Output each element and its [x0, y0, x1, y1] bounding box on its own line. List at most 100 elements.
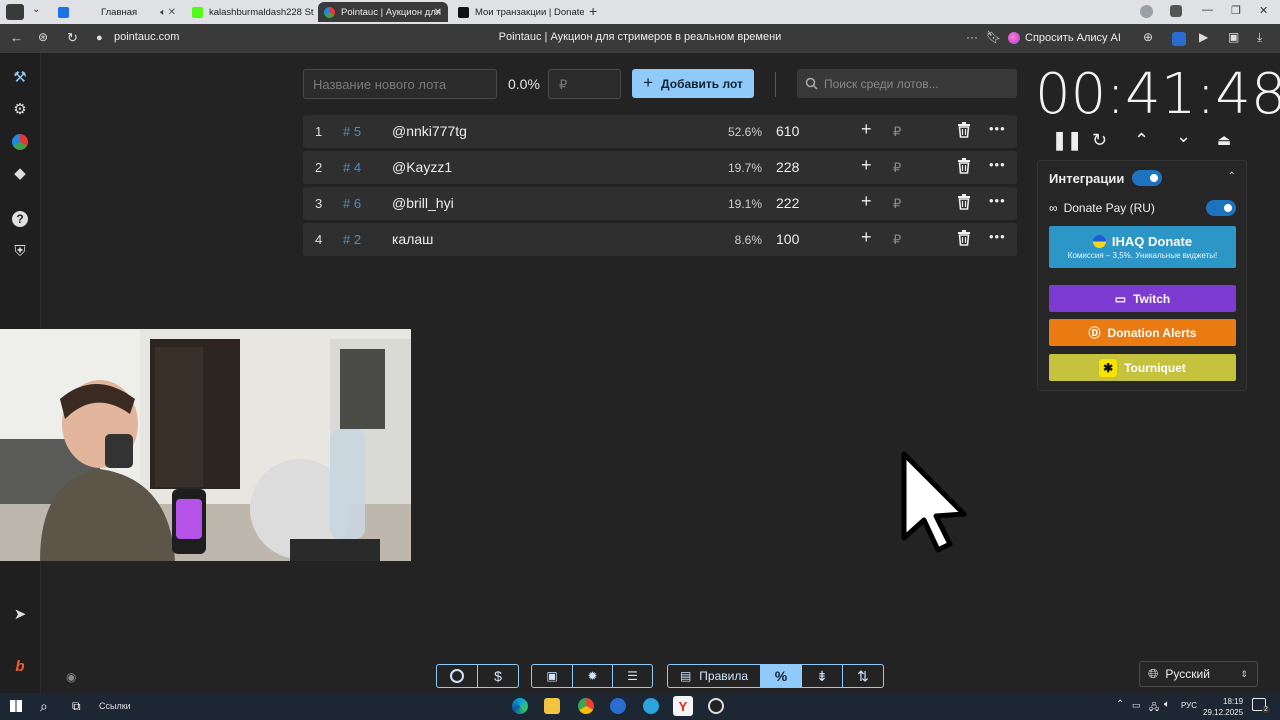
- maximize-icon[interactable]: ❐: [1231, 4, 1241, 17]
- taskbar-links-label[interactable]: Ссылки: [99, 701, 131, 711]
- file-explorer-icon[interactable]: [544, 698, 560, 714]
- new-lot-name-input[interactable]: [303, 69, 497, 99]
- tray-app-icon[interactable]: ▭: [1132, 700, 1141, 711]
- lot-amount[interactable]: 222: [776, 195, 799, 211]
- edge-icon[interactable]: [512, 698, 528, 714]
- lot-amount[interactable]: 100: [776, 231, 799, 247]
- add-amount-icon[interactable]: +: [861, 227, 872, 248]
- close-icon[interactable]: ✕: [434, 7, 442, 18]
- wheel-icon[interactable]: [10, 132, 30, 152]
- bell-icon[interactable]: [1170, 5, 1182, 17]
- sort-button[interactable]: ⇅: [842, 664, 884, 688]
- chevron-down-icon[interactable]: ⌄: [1176, 126, 1191, 147]
- trash-icon[interactable]: [957, 230, 971, 246]
- lot-search[interactable]: [797, 69, 1017, 98]
- obs-icon[interactable]: [708, 698, 724, 714]
- ruble-icon[interactable]: ₽: [893, 232, 901, 248]
- chevron-up-icon[interactable]: ⌃: [1228, 171, 1236, 182]
- minimize-icon[interactable]: —: [1202, 4, 1213, 16]
- clear-lots-button[interactable]: ☰: [612, 664, 653, 688]
- tray-chevron-icon[interactable]: ⌃: [1116, 699, 1124, 710]
- add-amount-icon[interactable]: +: [861, 155, 872, 176]
- more-options-icon[interactable]: •••: [989, 157, 1006, 172]
- more-icon[interactable]: ···: [966, 30, 978, 44]
- donation-alerts-button[interactable]: Ⓓ Donation Alerts: [1049, 319, 1236, 346]
- lot-name[interactable]: @brill_hyi: [392, 195, 454, 211]
- telegram-icon[interactable]: ➤: [10, 604, 30, 624]
- tab-pointauc[interactable]: Pointauc | Аукцион для ✕: [318, 2, 448, 22]
- windows-start-icon[interactable]: [10, 700, 22, 712]
- site-info-icon[interactable]: ●: [96, 32, 103, 44]
- github-button[interactable]: [436, 664, 478, 688]
- chrome-icon[interactable]: [578, 698, 594, 714]
- translate-icon[interactable]: ⊕: [1143, 30, 1153, 44]
- save-button[interactable]: ▣: [531, 664, 573, 688]
- lot-name[interactable]: @nnki777tg: [392, 123, 467, 139]
- rules-button[interactable]: ▤ Правила: [667, 664, 761, 688]
- integrations-toggle[interactable]: [1132, 170, 1162, 186]
- app-check-icon[interactable]: [610, 698, 626, 714]
- tab-donate[interactable]: Мои транзакции | Donate: [452, 2, 584, 22]
- gear-icon[interactable]: ⚙: [10, 99, 30, 119]
- donate-pay-toggle[interactable]: [1206, 200, 1236, 216]
- ask-alice-button[interactable]: Спросить Алису AI: [1008, 28, 1121, 48]
- reload-icon[interactable]: ↻: [67, 30, 78, 46]
- telegram-icon[interactable]: [643, 698, 659, 714]
- chevron-down-icon[interactable]: ⌄: [32, 4, 40, 15]
- volume-icon[interactable]: 🔈︎: [1164, 699, 1170, 710]
- browser-sound-icon[interactable]: [6, 4, 24, 20]
- task-view-icon[interactable]: ⧉: [72, 699, 81, 714]
- ruble-icon[interactable]: ₽: [893, 160, 901, 176]
- trash-icon[interactable]: [957, 158, 971, 174]
- collections-icon[interactable]: ▣: [1228, 30, 1239, 44]
- lot-name[interactable]: @Kayzz1: [392, 159, 452, 175]
- speaker-icon[interactable]: 🔈︎: [160, 7, 166, 18]
- new-tab-button[interactable]: +: [589, 3, 597, 19]
- taskbar-clock[interactable]: 18:19 29.12.2025: [1203, 696, 1243, 718]
- shield-icon[interactable]: ⊛: [38, 30, 48, 44]
- new-lot-amount-input[interactable]: [548, 69, 621, 99]
- downloads-icon[interactable]: ⤓: [1257, 30, 1262, 45]
- ruble-icon[interactable]: ₽: [893, 124, 901, 140]
- lot-amount[interactable]: 610: [776, 123, 799, 139]
- ruble-icon[interactable]: ₽: [893, 196, 901, 212]
- back-icon[interactable]: ←: [10, 30, 23, 45]
- search-input[interactable]: [824, 76, 1004, 91]
- profile-avatar-icon[interactable]: [1140, 5, 1153, 18]
- close-icon[interactable]: ✕: [168, 7, 176, 18]
- help-icon[interactable]: ?: [10, 209, 30, 229]
- double-chevron-up-icon[interactable]: ⏏: [1217, 131, 1231, 149]
- language-select[interactable]: 🌐︎ Русский ⇕: [1139, 661, 1258, 687]
- network-icon[interactable]: 🖧︎: [1149, 700, 1159, 716]
- percent-toggle-button[interactable]: %: [760, 664, 802, 688]
- trash-icon[interactable]: [957, 122, 971, 138]
- eye-icon[interactable]: ◉: [66, 670, 76, 684]
- media-icon[interactable]: ▶︎: [1199, 30, 1208, 44]
- search-icon[interactable]: ⌕: [40, 698, 48, 715]
- chevron-up-icon[interactable]: ⌃: [1134, 130, 1149, 151]
- more-options-icon[interactable]: •••: [989, 193, 1006, 208]
- url-field[interactable]: pointauc.com: [114, 31, 179, 43]
- ihaq-donate-button[interactable]: IHAQ Donate Комиссия – 3,5%. Уникальные …: [1049, 226, 1236, 268]
- boosty-icon[interactable]: b: [10, 656, 30, 676]
- lot-name[interactable]: калаш: [392, 231, 433, 247]
- add-lot-button[interactable]: + Добавить лот: [632, 69, 754, 98]
- donate-dollar-button[interactable]: $: [477, 664, 519, 688]
- more-options-icon[interactable]: •••: [989, 229, 1006, 244]
- extension-icon[interactable]: [1172, 32, 1186, 46]
- input-language-indicator[interactable]: РУС: [1181, 701, 1197, 710]
- report-bug-button[interactable]: ✹: [572, 664, 613, 688]
- compact-view-button[interactable]: ⇟: [801, 664, 843, 688]
- pause-icon[interactable]: ❚❚: [1052, 130, 1082, 151]
- add-amount-icon[interactable]: +: [861, 119, 872, 140]
- tourniquet-button[interactable]: ✱ Tourniquet: [1049, 354, 1236, 381]
- reset-icon[interactable]: ↻: [1092, 130, 1107, 151]
- auction-gavel-icon[interactable]: ⚒: [10, 67, 30, 87]
- add-amount-icon[interactable]: +: [861, 191, 872, 212]
- tab-kick[interactable]: kalashburmaldash228 Stre: [186, 2, 314, 22]
- window-close-icon[interactable]: ✕: [1259, 4, 1268, 17]
- trash-icon[interactable]: [957, 194, 971, 210]
- twitch-button[interactable]: ▭ Twitch: [1049, 285, 1236, 312]
- layers-icon[interactable]: ◆: [10, 163, 30, 183]
- lot-amount[interactable]: 228: [776, 159, 799, 175]
